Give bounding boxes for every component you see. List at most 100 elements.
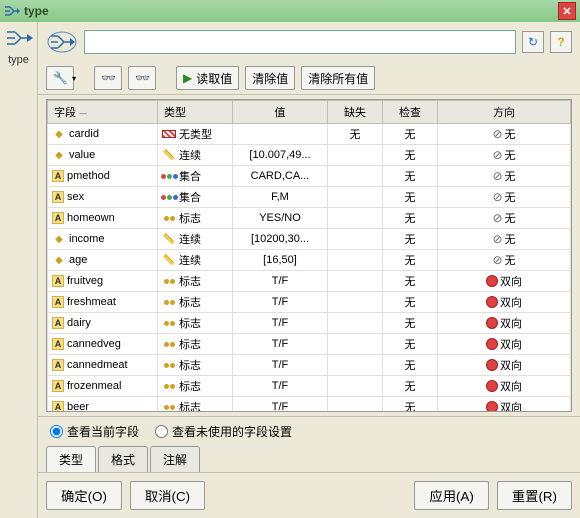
flag-icon bbox=[162, 274, 176, 288]
options-button[interactable]: 🔧▾ bbox=[46, 66, 74, 90]
col-check[interactable]: 检查 bbox=[383, 101, 438, 124]
field-name: frozenmeal bbox=[67, 380, 121, 392]
both-direction-icon bbox=[486, 296, 498, 308]
flag-icon bbox=[162, 358, 176, 372]
flag-icon bbox=[162, 379, 176, 393]
value-cell: F,M bbox=[233, 187, 328, 208]
value-cell: [10200,30... bbox=[233, 229, 328, 250]
string-icon: A bbox=[52, 380, 64, 392]
missing-cell bbox=[328, 145, 383, 166]
prohibit-icon: ⊘ bbox=[492, 253, 502, 267]
refresh-icon[interactable]: ↻ bbox=[522, 31, 544, 53]
check-cell: 无 bbox=[383, 229, 438, 250]
type-label: 集合 bbox=[179, 168, 201, 184]
type-label: 无类型 bbox=[179, 126, 212, 142]
value-cell: T/F bbox=[233, 376, 328, 397]
close-button[interactable]: ✕ bbox=[558, 2, 576, 20]
direction-cell: ⊘ 无 bbox=[442, 189, 566, 205]
tab-type[interactable]: 类型 bbox=[46, 446, 96, 472]
clear-values-button[interactable]: 清除值 bbox=[245, 66, 295, 90]
view-toggle-1[interactable]: 👓 bbox=[94, 66, 122, 90]
table-row[interactable]: Afrozenmeal标志T/F无 双向 bbox=[48, 376, 571, 397]
flag-icon bbox=[162, 295, 176, 309]
check-cell: 无 bbox=[383, 166, 438, 187]
cancel-button[interactable]: 取消(C) bbox=[130, 481, 205, 510]
radio-view-unused[interactable]: 查看未使用的字段设置 bbox=[155, 423, 292, 440]
read-values-button[interactable]: ▶读取值 bbox=[176, 66, 239, 90]
table-row[interactable]: Afruitveg标志T/F无 双向 bbox=[48, 271, 571, 292]
set-icon bbox=[162, 190, 176, 204]
field-name: value bbox=[69, 149, 95, 161]
table-row[interactable]: ◆value📏连续[10.007,49...无⊘ 无 bbox=[48, 145, 571, 166]
table-row[interactable]: Asex集合F,M无⊘ 无 bbox=[48, 187, 571, 208]
value-cell: T/F bbox=[233, 292, 328, 313]
string-icon: A bbox=[52, 170, 64, 182]
reset-button[interactable]: 重置(R) bbox=[497, 481, 572, 510]
window-title: type bbox=[24, 4, 49, 18]
table-row[interactable]: ◆age📏连续[16,50]无⊘ 无 bbox=[48, 250, 571, 271]
value-cell: T/F bbox=[233, 355, 328, 376]
col-direction[interactable]: 方向 bbox=[438, 101, 571, 124]
field-name: age bbox=[69, 254, 87, 266]
type-label: 标志 bbox=[179, 315, 201, 331]
missing-cell bbox=[328, 229, 383, 250]
key-icon: ◆ bbox=[52, 232, 66, 246]
radio-view-current[interactable]: 查看当前字段 bbox=[50, 423, 139, 440]
direction-cell: ⊘ 无 bbox=[442, 231, 566, 247]
direction-cell: 双向 bbox=[442, 315, 566, 331]
field-name: freshmeat bbox=[67, 296, 116, 308]
key-icon: ◆ bbox=[52, 148, 66, 162]
direction-cell: ⊘ 无 bbox=[442, 147, 566, 163]
table-row[interactable]: ◆cardid无类型无无⊘ 无 bbox=[48, 124, 571, 145]
col-missing[interactable]: 缺失 bbox=[328, 101, 383, 124]
missing-cell bbox=[328, 376, 383, 397]
typeless-icon bbox=[162, 130, 176, 138]
check-cell: 无 bbox=[383, 145, 438, 166]
flag-icon bbox=[162, 211, 176, 225]
prohibit-icon: ⊘ bbox=[492, 127, 502, 141]
table-row[interactable]: Afreshmeat 标志 T/F 无 双向 bbox=[48, 292, 571, 313]
type-node-icon bbox=[4, 3, 20, 19]
apply-button[interactable]: 应用(A) bbox=[414, 481, 488, 510]
value-cell bbox=[233, 124, 328, 145]
prohibit-icon: ⊘ bbox=[492, 190, 502, 204]
col-value[interactable]: 值 bbox=[233, 101, 328, 124]
table-row[interactable]: Acannedmeat标志T/F无 双向 bbox=[48, 355, 571, 376]
col-field[interactable]: 字段— bbox=[48, 101, 158, 124]
type-label: 连续 bbox=[179, 147, 201, 163]
both-direction-icon bbox=[486, 338, 498, 350]
check-cell: 无 bbox=[383, 292, 438, 313]
col-type[interactable]: 类型 bbox=[158, 101, 233, 124]
check-cell: 无 bbox=[383, 124, 438, 145]
string-icon: A bbox=[52, 296, 64, 308]
table-row[interactable]: Ahomeown标志YES/NO无⊘ 无 bbox=[48, 208, 571, 229]
help-icon[interactable]: ? bbox=[550, 31, 572, 53]
clear-all-values-button[interactable]: 清除所有值 bbox=[301, 66, 375, 90]
value-cell: T/F bbox=[233, 313, 328, 334]
both-direction-icon bbox=[486, 275, 498, 287]
value-cell: T/F bbox=[233, 397, 328, 413]
table-row[interactable]: Abeer标志T/F无 双向 bbox=[48, 397, 571, 413]
field-name: homeown bbox=[67, 212, 115, 224]
field-name: cardid bbox=[69, 128, 99, 140]
type-label: 标志 bbox=[179, 294, 201, 310]
both-direction-icon bbox=[486, 317, 498, 329]
tab-format[interactable]: 格式 bbox=[98, 446, 148, 472]
table-row[interactable]: ◆income📏连续[10200,30...无⊘ 无 bbox=[48, 229, 571, 250]
direction-cell: 双向 bbox=[442, 378, 566, 394]
check-cell: 无 bbox=[383, 334, 438, 355]
prohibit-icon: ⊘ bbox=[492, 211, 502, 225]
field-name: sex bbox=[67, 191, 84, 203]
direction-cell: 双向 bbox=[442, 294, 566, 310]
field-name: fruitveg bbox=[67, 275, 103, 287]
table-row[interactable]: Adairy标志T/F无 双向 bbox=[48, 313, 571, 334]
both-direction-icon bbox=[486, 380, 498, 392]
missing-cell bbox=[328, 271, 383, 292]
ok-button[interactable]: 确定(O) bbox=[46, 481, 122, 510]
expression-input[interactable] bbox=[84, 30, 516, 54]
tab-annotate[interactable]: 注解 bbox=[150, 446, 200, 472]
view-toggle-2[interactable]: 👓 bbox=[128, 66, 156, 90]
type-label: 集合 bbox=[179, 189, 201, 205]
table-row[interactable]: Acannedveg标志T/F无 双向 bbox=[48, 334, 571, 355]
table-row[interactable]: Apmethod集合CARD,CA...无⊘ 无 bbox=[48, 166, 571, 187]
